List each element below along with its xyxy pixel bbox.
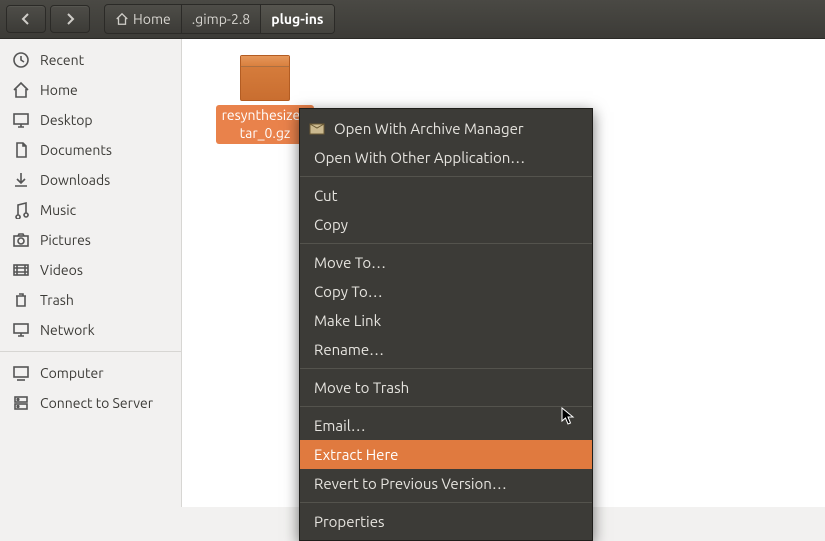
breadcrumb-gimp[interactable]: .gimp-2.8 — [182, 5, 261, 33]
menu-label: Copy To… — [314, 283, 383, 300]
document-icon — [12, 141, 30, 159]
menu-cut[interactable]: Cut — [300, 181, 592, 210]
sidebar-item-label: Pictures — [40, 232, 91, 248]
sidebar-item-label: Videos — [40, 262, 83, 278]
menu-label: Cut — [314, 187, 338, 204]
context-menu: Open With Archive Manager Open With Othe… — [299, 108, 593, 541]
desktop-icon — [12, 111, 30, 129]
sidebar-item-recent[interactable]: Recent — [0, 45, 181, 75]
menu-revert-previous[interactable]: Revert to Previous Version… — [300, 469, 592, 498]
network-icon — [12, 321, 30, 339]
menu-label: Make Link — [314, 312, 381, 329]
music-icon — [12, 201, 30, 219]
back-button[interactable] — [6, 5, 46, 33]
menu-label: Move to Trash — [314, 379, 409, 396]
menu-email[interactable]: Email… — [300, 411, 592, 440]
sidebar-item-label: Music — [40, 202, 76, 218]
menu-separator — [300, 368, 592, 369]
sidebar-item-music[interactable]: Music — [0, 195, 181, 225]
sidebar-item-label: Connect to Server — [40, 395, 153, 411]
sidebar-item-videos[interactable]: Videos — [0, 255, 181, 285]
file-name-line2: tar_0.gz — [222, 125, 309, 143]
menu-label: Extract Here — [314, 446, 398, 463]
menu-separator — [300, 406, 592, 407]
menu-label: Open With Other Application… — [314, 149, 525, 166]
menu-rename[interactable]: Rename… — [300, 335, 592, 364]
menu-extract-here[interactable]: Extract Here — [300, 440, 592, 469]
menu-make-link[interactable]: Make Link — [300, 306, 592, 335]
sidebar-item-label: Downloads — [40, 172, 110, 188]
sidebar-item-label: Home — [40, 82, 78, 98]
menu-label: Properties — [314, 513, 385, 530]
breadcrumb-plugins-label: plug-ins — [271, 11, 323, 27]
menu-properties[interactable]: Properties — [300, 507, 592, 536]
menu-label: Open With Archive Manager — [334, 120, 524, 137]
sidebar-item-label: Desktop — [40, 112, 93, 128]
video-icon — [12, 261, 30, 279]
sidebar-item-connect-server[interactable]: Connect to Server — [0, 388, 181, 418]
breadcrumb-plugins[interactable]: plug-ins — [261, 5, 333, 33]
menu-move-to[interactable]: Move To… — [300, 248, 592, 277]
menu-separator — [300, 502, 592, 503]
menu-label: Revert to Previous Version… — [314, 475, 507, 492]
sidebar-item-documents[interactable]: Documents — [0, 135, 181, 165]
menu-label: Email… — [314, 417, 366, 434]
sidebar-item-label: Trash — [40, 292, 74, 308]
breadcrumb-gimp-label: .gimp-2.8 — [192, 11, 250, 27]
menu-copy-to[interactable]: Copy To… — [300, 277, 592, 306]
file-name-line1: resynthesizer. — [222, 107, 309, 125]
forward-button[interactable] — [50, 5, 90, 33]
menu-separator — [300, 176, 592, 177]
sidebar-item-home[interactable]: Home — [0, 75, 181, 105]
sidebar-item-label: Documents — [40, 142, 112, 158]
menu-label: Move To… — [314, 254, 386, 271]
menu-label: Copy — [314, 216, 348, 233]
menu-move-to-trash[interactable]: Move to Trash — [300, 373, 592, 402]
sidebar-item-label: Network — [40, 322, 95, 338]
menu-separator — [300, 243, 592, 244]
server-icon — [12, 394, 30, 412]
download-icon — [12, 171, 30, 189]
sidebar-item-desktop[interactable]: Desktop — [0, 105, 181, 135]
breadcrumb-home[interactable]: Home — [105, 5, 182, 33]
home-icon — [12, 81, 30, 99]
menu-copy[interactable]: Copy — [300, 210, 592, 239]
archive-icon — [240, 55, 290, 101]
sidebar-item-pictures[interactable]: Pictures — [0, 225, 181, 255]
menu-open-archive-manager[interactable]: Open With Archive Manager — [300, 113, 592, 143]
clock-icon — [12, 51, 30, 69]
sidebar-item-label: Recent — [40, 52, 84, 68]
computer-icon — [12, 364, 30, 382]
sidebar-item-trash[interactable]: Trash — [0, 285, 181, 315]
sidebar-item-computer[interactable]: Computer — [0, 358, 181, 388]
archive-manager-icon — [308, 119, 326, 137]
toolbar: Home .gimp-2.8 plug-ins — [0, 0, 825, 39]
menu-label: Rename… — [314, 341, 384, 358]
camera-icon — [12, 231, 30, 249]
sidebar-item-downloads[interactable]: Downloads — [0, 165, 181, 195]
trash-icon — [12, 291, 30, 309]
sidebar-item-label: Computer — [40, 365, 104, 381]
menu-open-with-other[interactable]: Open With Other Application… — [300, 143, 592, 172]
breadcrumb-home-label: Home — [133, 11, 171, 27]
sidebar-item-network[interactable]: Network — [0, 315, 181, 345]
sidebar-separator — [0, 351, 181, 352]
breadcrumb: Home .gimp-2.8 plug-ins — [104, 4, 335, 34]
sidebar: Recent Home Desktop Documents Downloads … — [0, 39, 182, 507]
home-icon — [115, 12, 129, 26]
